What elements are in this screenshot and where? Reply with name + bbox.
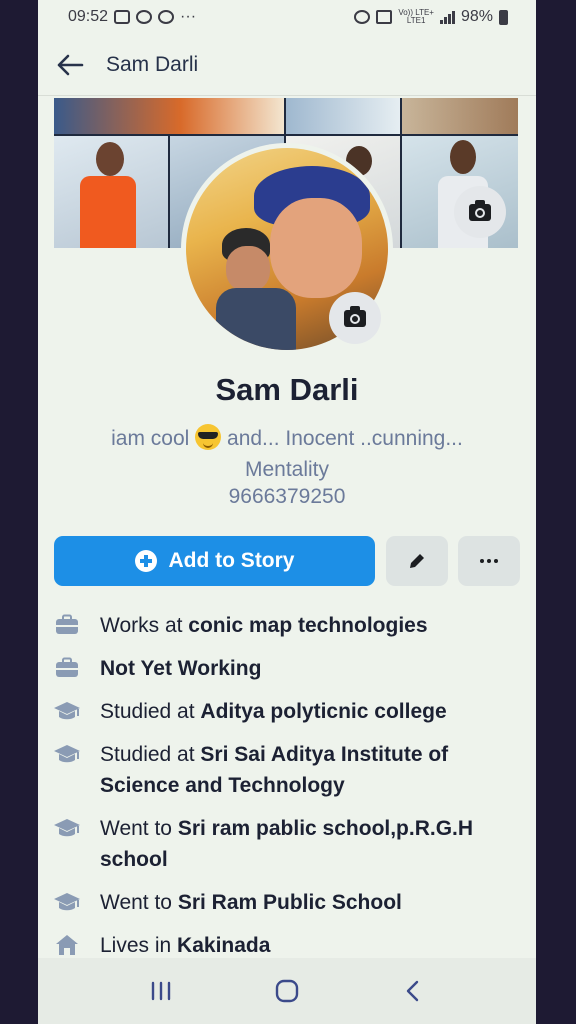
detail-prefix: Went to: [100, 891, 178, 914]
message-icon: [158, 10, 175, 24]
add-to-story-label: Add to Story: [168, 549, 295, 572]
cover-tile: [54, 98, 284, 134]
detail-row[interactable]: Not Yet Working: [52, 653, 522, 684]
detail-row[interactable]: Works at conic map technologies: [52, 610, 522, 641]
detail-text: Went to Sri ram pablic school,p.R.G.H sc…: [100, 813, 522, 875]
page-title: Sam Darli: [106, 52, 199, 76]
whatsapp-icon: [136, 10, 153, 24]
detail-value[interactable]: Not Yet Working: [100, 657, 261, 680]
bio-text-1: iam cool: [111, 427, 190, 450]
home-circle-icon: [275, 979, 299, 1003]
graduation-cap-icon: [52, 887, 82, 917]
profile-camera-button[interactable]: [329, 292, 381, 344]
detail-row[interactable]: Studied at Aditya polyticnic college: [52, 696, 522, 727]
system-nav-bar: [38, 958, 536, 1024]
alarm-icon: [354, 10, 371, 24]
cover-tile: [54, 136, 168, 248]
graduation-cap-icon: [52, 696, 82, 726]
detail-text: Studied at Aditya polyticnic college: [100, 696, 447, 727]
detail-value[interactable]: Aditya polyticnic college: [200, 700, 446, 723]
recent-apps-button[interactable]: [136, 966, 186, 1016]
profile-phone: 9666379250: [228, 485, 346, 508]
more-options-button[interactable]: [458, 536, 520, 586]
detail-text: Not Yet Working: [100, 653, 261, 684]
gallery-icon: [114, 10, 131, 24]
signal-icon: [439, 10, 455, 24]
camera-icon: [344, 305, 366, 327]
status-time: 09:52: [68, 8, 109, 25]
camera-icon: [469, 199, 491, 221]
detail-prefix: Studied at: [100, 700, 201, 723]
recent-apps-icon: [151, 981, 171, 1001]
more-dots-icon: [480, 559, 498, 563]
profile-name: Sam Darli: [215, 372, 359, 407]
battery-icon: [499, 9, 508, 25]
detail-prefix: Lives in: [100, 934, 178, 957]
network-type-2: LTE1: [406, 16, 426, 25]
detail-value[interactable]: Sri Ram Public School: [178, 891, 402, 914]
detail-prefix: Studied at: [100, 743, 201, 766]
graduation-cap-icon: [52, 813, 82, 843]
profile-bio: iam cool and... Inocent ..cunning... Men…: [68, 423, 506, 485]
mute-icon: [376, 10, 393, 24]
detail-text: Studied at Sri Sai Aditya Institute of S…: [100, 739, 522, 801]
profile-details: Works at conic map technologies Not Yet W…: [52, 610, 522, 973]
cover-camera-button[interactable]: [454, 186, 506, 238]
detail-text: Went to Sri Ram Public School: [100, 887, 402, 918]
detail-row[interactable]: Studied at Sri Sai Aditya Institute of S…: [52, 739, 522, 801]
detail-row[interactable]: Lives in Kakinada: [52, 930, 522, 961]
detail-row[interactable]: Went to Sri ram pablic school,p.R.G.H sc…: [52, 813, 522, 875]
pencil-icon: [410, 554, 424, 568]
detail-row[interactable]: Went to Sri Ram Public School: [52, 887, 522, 918]
cover-tile: [286, 98, 400, 134]
detail-prefix: Works at: [100, 614, 189, 637]
briefcase-icon: [52, 653, 82, 683]
network-label: Vo)) LTE+ LTE1: [398, 9, 434, 25]
phone-screen: 09:52 ··· Vo)) LTE+ LTE1 98% Sam Darli S…: [38, 0, 536, 1024]
app-bar: Sam Darli: [38, 34, 536, 96]
briefcase-icon: [52, 610, 82, 640]
detail-text: Works at conic map technologies: [100, 610, 428, 641]
back-button[interactable]: [388, 966, 438, 1016]
cover-tile: [402, 98, 518, 134]
sunglasses-emoji-icon: [195, 424, 222, 450]
battery-percent: 98%: [460, 8, 493, 25]
cover-tile: [402, 136, 518, 248]
detail-value[interactable]: Kakinada: [177, 934, 270, 957]
more-notifications: ···: [180, 8, 197, 25]
status-bar: 09:52 ··· Vo)) LTE+ LTE1 98%: [38, 0, 536, 34]
edit-profile-button[interactable]: [386, 536, 448, 586]
detail-value[interactable]: conic map technologies: [188, 614, 427, 637]
add-to-story-button[interactable]: Add to Story: [54, 536, 375, 586]
detail-text: Lives in Kakinada: [100, 930, 270, 961]
bio-text-2: and... Inocent ..cunning... Mentality: [227, 427, 463, 481]
graduation-cap-icon: [52, 739, 82, 769]
home-button[interactable]: [262, 966, 312, 1016]
chevron-left-icon: [406, 980, 419, 1002]
back-arrow-icon[interactable]: [56, 50, 86, 80]
home-icon: [52, 930, 82, 960]
detail-prefix: Went to: [100, 817, 178, 840]
plus-circle-icon: [134, 550, 157, 572]
